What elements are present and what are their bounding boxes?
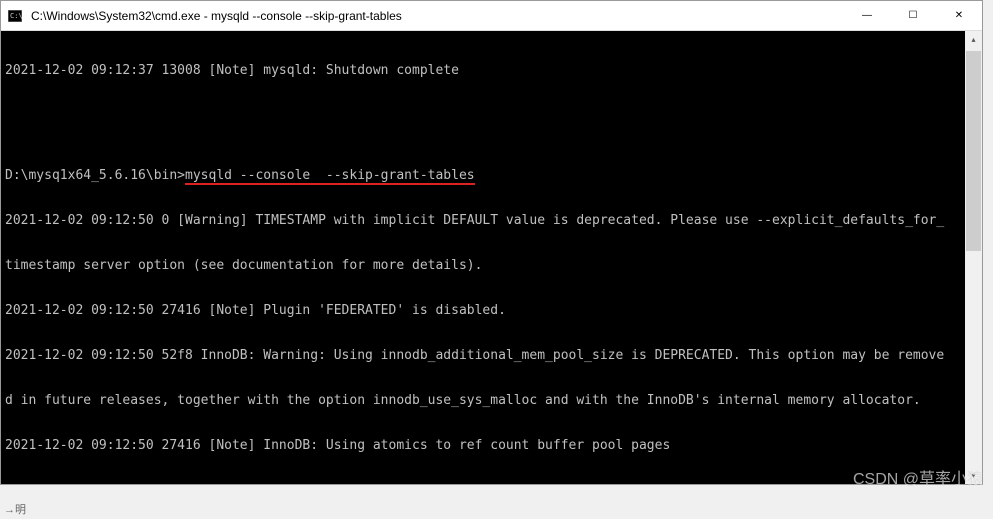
prompt-prefix: D:\mysq1x64_5.6.16\bin> xyxy=(5,168,185,183)
close-button[interactable]: ✕ xyxy=(936,1,982,31)
window-controls: — ☐ ✕ xyxy=(844,1,982,31)
scrollbar[interactable]: ▴ ▾ xyxy=(965,31,982,484)
scroll-thumb[interactable] xyxy=(966,51,981,251)
maximize-button[interactable]: ☐ xyxy=(890,1,936,31)
prompt-line: D:\mysq1x64_5.6.16\bin>mysqld --console … xyxy=(5,168,978,183)
cmd-window: C:\ C:\Windows\System32\cmd.exe - mysqld… xyxy=(0,0,983,485)
svg-text:C:\: C:\ xyxy=(10,12,22,20)
output-line: d in future releases, together with the … xyxy=(5,393,978,408)
output-line: timestamp server option (see documentati… xyxy=(5,258,978,273)
scroll-up-icon[interactable]: ▴ xyxy=(965,31,982,48)
typed-command: mysqld --console --skip-grant-tables xyxy=(185,168,475,185)
minimize-button[interactable]: — xyxy=(844,1,890,31)
output-line: 2021-12-02 09:12:50 27416 [Note] Plugin … xyxy=(5,303,978,318)
output-line: 2021-12-02 09:12:50 52f8 InnoDB: Warning… xyxy=(5,348,978,363)
output-line: 2021-12-02 09:12:50 27416 [Note] InnoDB:… xyxy=(5,483,978,484)
scroll-down-icon[interactable]: ▾ xyxy=(965,467,982,484)
output-line: 2021-12-02 09:12:50 27416 [Note] InnoDB:… xyxy=(5,438,978,453)
terminal-area[interactable]: 2021-12-02 09:12:37 13008 [Note] mysqld:… xyxy=(1,31,982,484)
output-line: 2021-12-02 09:12:37 13008 [Note] mysqld:… xyxy=(5,63,978,78)
window-title: C:\Windows\System32\cmd.exe - mysqld --c… xyxy=(29,9,844,23)
output-line: 2021-12-02 09:12:50 0 [Warning] TIMESTAM… xyxy=(5,213,978,228)
titlebar[interactable]: C:\ C:\Windows\System32\cmd.exe - mysqld… xyxy=(1,1,982,31)
cmd-icon: C:\ xyxy=(7,8,23,24)
bottom-fragment: →明 xyxy=(0,499,30,519)
